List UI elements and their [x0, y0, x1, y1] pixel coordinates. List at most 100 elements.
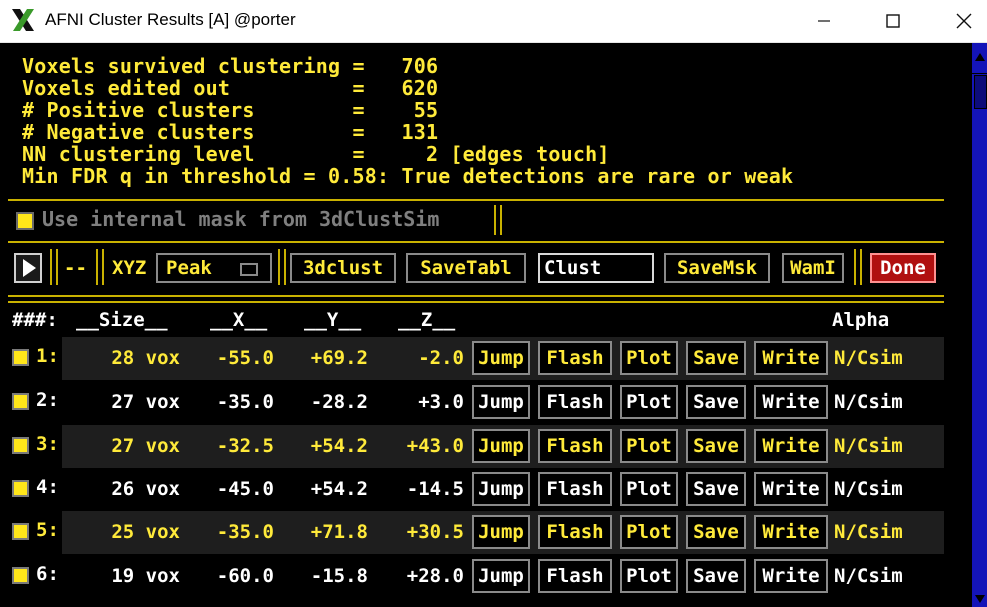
save-button[interactable]: Save — [686, 472, 746, 506]
table-row: 1: 28 vox -55.0 +69.2 -2.0 Jump Flash Plot Save W… — [0, 337, 944, 380]
row-checkbox[interactable] — [12, 437, 29, 454]
plot-button[interactable]: Plot — [620, 385, 678, 419]
cell-x: -32.5 — [216, 435, 274, 457]
row-number: 5: — [36, 519, 59, 541]
cell-size: 25 vox — [111, 521, 180, 543]
summary-line-edited: Voxels edited out = 620 — [22, 76, 439, 100]
cluster-summary: Voxels survived clustering = 706 Voxels … — [8, 53, 944, 201]
mask-option-label: Use internal mask from 3dClustSim — [42, 207, 440, 231]
write-button[interactable]: Write — [754, 429, 828, 463]
cell-alpha: N/Csim — [834, 521, 903, 543]
flash-button[interactable]: Flash — [538, 385, 612, 419]
flash-button[interactable]: Flash — [538, 341, 612, 375]
jump-button[interactable]: Jump — [472, 515, 530, 549]
save-button[interactable]: Save — [686, 559, 746, 593]
cell-x: -55.0 — [216, 347, 274, 369]
write-button[interactable]: Write — [754, 472, 828, 506]
cell-size: 27 vox — [111, 391, 180, 413]
col-y: __Y__ — [304, 309, 362, 331]
cell-z: +3.0 — [418, 391, 464, 413]
jump-button[interactable]: Jump — [472, 385, 530, 419]
dashes-label: -- — [64, 257, 87, 279]
jump-button[interactable]: Jump — [472, 341, 530, 375]
table-row: 5: 25 vox -35.0 +71.8 +30.5 Jump Flash Plot Save… — [0, 511, 944, 554]
row-number: 1: — [36, 345, 59, 367]
cell-y: +54.2 — [310, 435, 368, 457]
save-button[interactable]: Save — [686, 429, 746, 463]
cell-alpha: N/Csim — [834, 435, 903, 457]
scroll-down-button[interactable] — [972, 591, 987, 607]
summary-line-nn-level: NN clustering level = 2 [edges touch] — [22, 142, 610, 166]
row-checkbox[interactable] — [12, 393, 29, 410]
cell-x: -45.0 — [216, 478, 274, 500]
flash-button[interactable]: Flash — [538, 559, 612, 593]
minimize-button[interactable] — [809, 6, 839, 36]
cell-size: 19 vox — [111, 565, 180, 587]
mask-checkbox[interactable] — [16, 212, 34, 230]
maximize-button[interactable] — [878, 6, 908, 36]
column-header: ###: __Size__ __X__ __Y__ __Z__ Alpha — [0, 309, 944, 335]
scroll-up-button[interactable] — [972, 43, 987, 74]
plot-button[interactable]: Plot — [620, 341, 678, 375]
summary-line-positive: # Positive clusters = 55 — [22, 98, 439, 122]
vertical-scrollbar[interactable] — [972, 43, 987, 607]
header-separator — [8, 295, 944, 303]
col-x: __X__ — [210, 309, 268, 331]
close-button[interactable] — [949, 6, 979, 36]
col-index: ###: — [12, 309, 58, 331]
plot-button[interactable]: Plot — [620, 515, 678, 549]
save-button[interactable]: Save — [686, 341, 746, 375]
col-alpha: Alpha — [832, 309, 890, 331]
table-row: 4: 26 vox -45.0 +54.2 -14.5 Jump Flash Plot Save… — [0, 468, 944, 511]
table-row: 2: 27 vox -35.0 -28.2 +3.0 Jump Flash Plot Save W… — [0, 381, 944, 424]
peak-select[interactable]: Peak — [156, 253, 272, 283]
cell-y: -15.8 — [310, 565, 368, 587]
summary-line-fdr: Min FDR q in threshold = 0.58: True dete… — [22, 164, 794, 188]
write-button[interactable]: Write — [754, 559, 828, 593]
cell-y: -28.2 — [310, 391, 368, 413]
row-checkbox[interactable] — [12, 567, 29, 584]
jump-button[interactable]: Jump — [472, 472, 530, 506]
done-button[interactable]: Done — [870, 253, 936, 283]
save-button[interactable]: Save — [686, 515, 746, 549]
cell-alpha: N/Csim — [834, 565, 903, 587]
jump-button[interactable]: Jump — [472, 429, 530, 463]
arrow-up-icon — [975, 53, 985, 61]
play-button[interactable] — [14, 253, 42, 283]
row-checkbox[interactable] — [12, 480, 29, 497]
summary-line-negative: # Negative clusters = 131 — [22, 120, 439, 144]
cell-z: +28.0 — [406, 565, 464, 587]
prefix-input[interactable] — [538, 253, 654, 283]
write-button[interactable]: Write — [754, 341, 828, 375]
toolbar: -- XYZ Peak 3dclust SaveTabl SaveMsk Wam… — [8, 249, 944, 289]
savetabl-button[interactable]: SaveTabl — [406, 253, 526, 283]
savemsk-button[interactable]: SaveMsk — [664, 253, 770, 283]
wami-button[interactable]: WamI — [782, 253, 844, 283]
row-number: 4: — [36, 476, 59, 498]
plot-button[interactable]: Plot — [620, 429, 678, 463]
3dclust-button[interactable]: 3dclust — [290, 253, 396, 283]
scroll-thumb[interactable] — [974, 75, 987, 109]
plot-button[interactable]: Plot — [620, 559, 678, 593]
flash-button[interactable]: Flash — [538, 472, 612, 506]
write-button[interactable]: Write — [754, 515, 828, 549]
flash-button[interactable]: Flash — [538, 429, 612, 463]
close-icon — [956, 13, 972, 29]
flash-button[interactable]: Flash — [538, 515, 612, 549]
row-checkbox[interactable] — [12, 523, 29, 540]
row-number: 2: — [36, 389, 59, 411]
plot-button[interactable]: Plot — [620, 472, 678, 506]
mask-option-row[interactable]: Use internal mask from 3dClustSim — [8, 203, 944, 243]
window-title: AFNI Cluster Results [A] @porter — [45, 10, 296, 29]
jump-button[interactable]: Jump — [472, 559, 530, 593]
play-icon — [23, 259, 36, 277]
separator — [278, 249, 286, 285]
row-checkbox[interactable] — [12, 349, 29, 366]
separator — [854, 249, 862, 285]
separator — [494, 205, 502, 235]
afni-x-logo-icon — [12, 9, 34, 31]
cluster-results-panel: Voxels survived clustering = 706 Voxels … — [0, 43, 972, 607]
cell-size: 28 vox — [111, 347, 180, 369]
save-button[interactable]: Save — [686, 385, 746, 419]
write-button[interactable]: Write — [754, 385, 828, 419]
